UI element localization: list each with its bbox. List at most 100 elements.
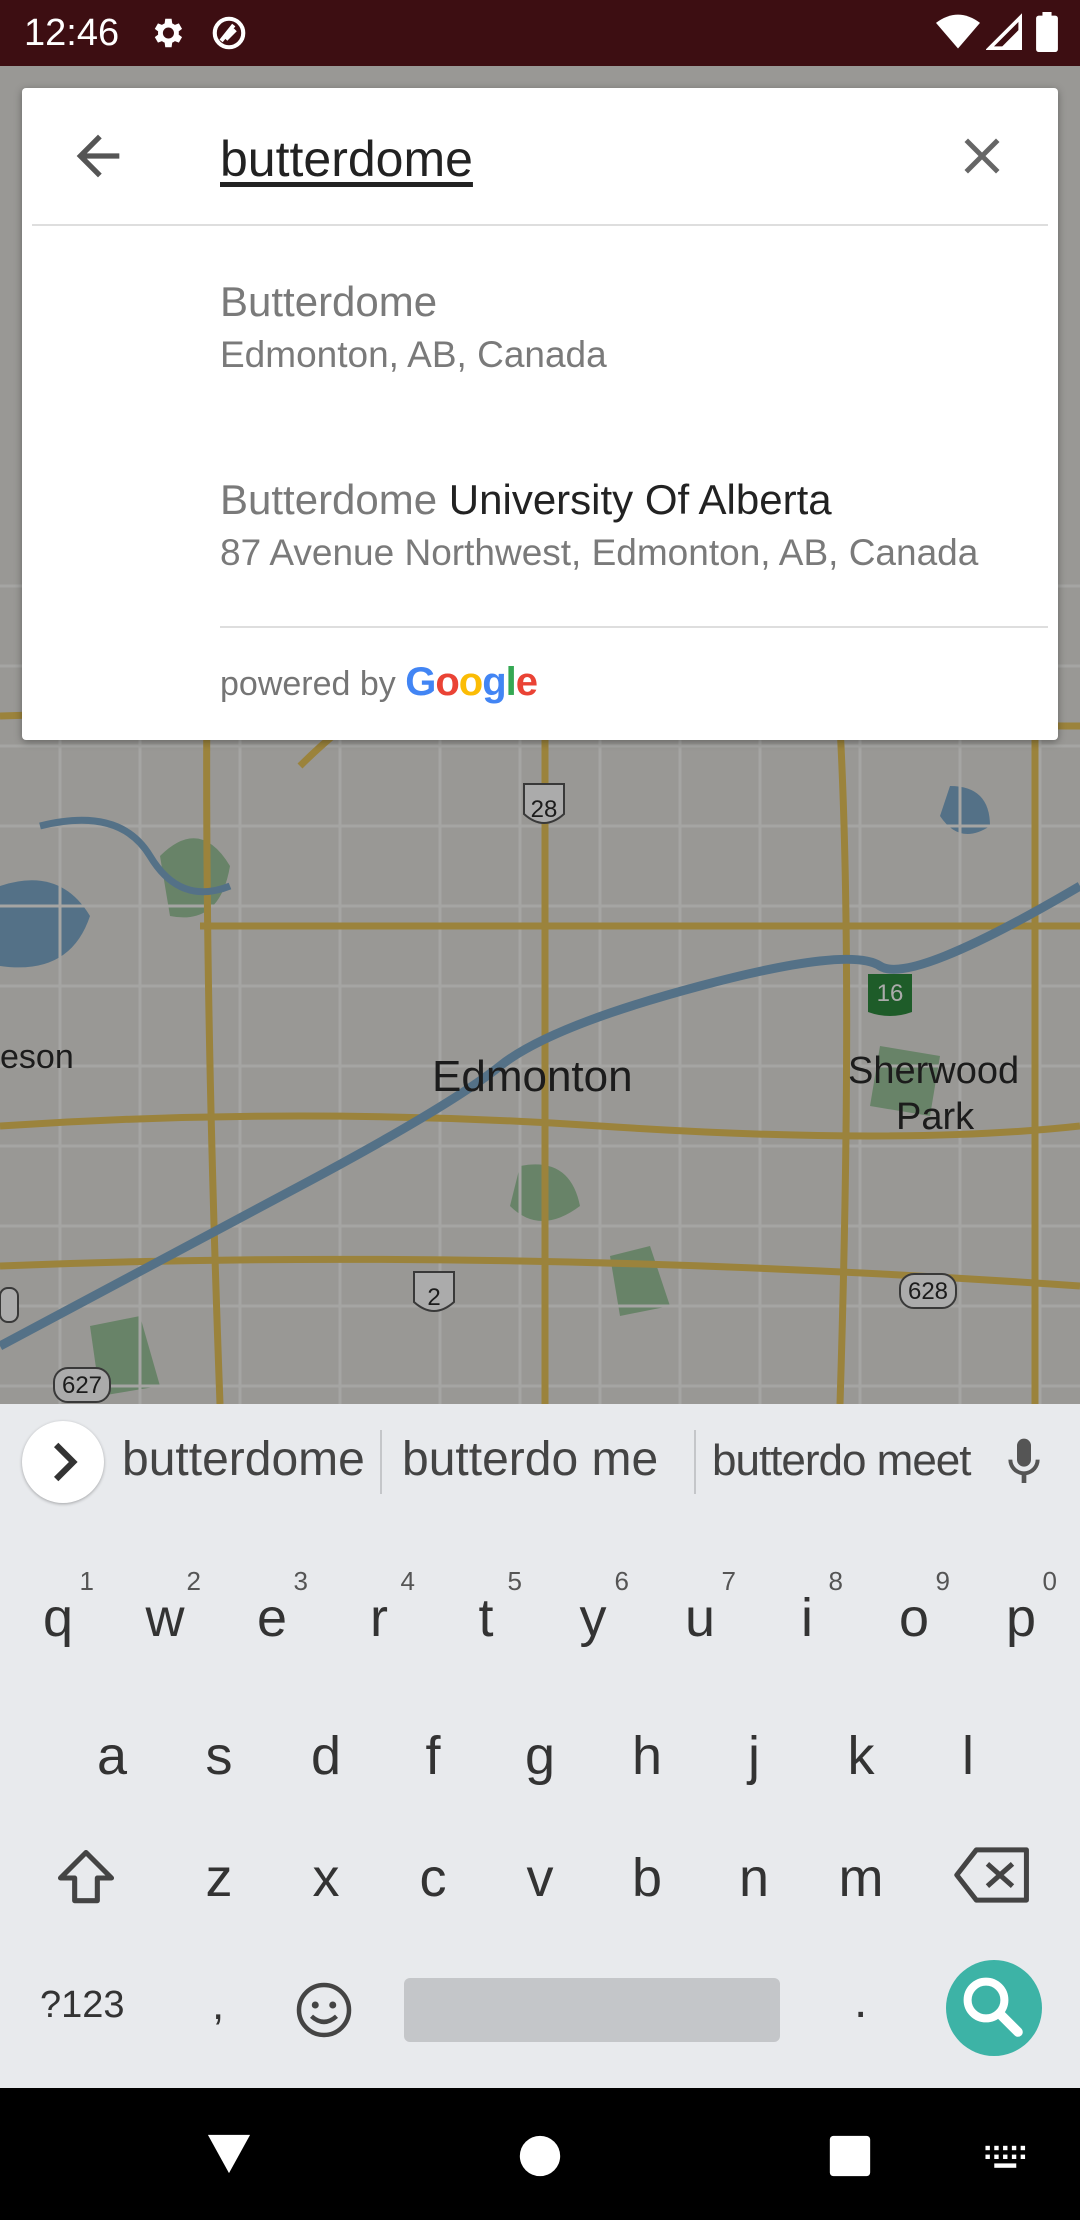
suggestion-separator <box>694 1430 696 1494</box>
key-n[interactable]: n <box>704 1818 804 1938</box>
google-logo: Google <box>405 660 538 704</box>
backspace-icon[interactable] <box>954 1842 1032 1908</box>
key-q[interactable]: q1 <box>8 1558 108 1678</box>
key-z[interactable]: z <box>169 1818 269 1938</box>
chevron-right-icon <box>53 1442 78 1482</box>
key-p[interactable]: p0 <box>971 1558 1071 1678</box>
recents-nav-icon[interactable] <box>828 2134 872 2178</box>
attribution-divider <box>220 626 1048 628</box>
suggestion-title: Butterdome University Of Alberta <box>220 476 832 524</box>
cell-signal-icon <box>986 13 1022 50</box>
powered-by-text: powered by <box>220 665 396 703</box>
suggestion-title-match: Butterdome <box>220 278 438 325</box>
key-hint: 6 <box>614 1566 629 1596</box>
keyboard-suggestion[interactable]: butterdo me <box>402 1432 658 1487</box>
key-hint: 1 <box>79 1566 94 1596</box>
key-label: i <box>801 1588 813 1648</box>
wifi-icon <box>936 14 980 49</box>
key-label: t <box>478 1588 494 1648</box>
key-label: p <box>1005 1588 1037 1648</box>
key-b[interactable]: b <box>597 1818 697 1938</box>
status-bar: 12:46 <box>0 0 1080 66</box>
key-hint: 7 <box>721 1566 736 1596</box>
key-label: u <box>684 1588 716 1648</box>
suggestion-title-rest: University Of Alberta <box>448 476 832 523</box>
key-g[interactable]: g <box>490 1696 590 1816</box>
key-f[interactable]: f <box>383 1696 483 1816</box>
keyboard-suggestion[interactable]: butterdo meet <box>712 1436 971 1486</box>
key-label: e <box>256 1588 288 1648</box>
google-letter: o <box>435 660 459 704</box>
key-label: o <box>898 1588 930 1648</box>
emoji-icon[interactable] <box>294 1980 354 2040</box>
google-letter: e <box>515 660 538 704</box>
key-label: q <box>42 1588 74 1648</box>
google-letter: g <box>482 660 506 704</box>
key-o[interactable]: o9 <box>864 1558 964 1678</box>
assistant-icon <box>212 16 246 50</box>
key-j[interactable]: j <box>704 1696 804 1816</box>
key-l[interactable]: l <box>918 1696 1018 1816</box>
google-letter: o <box>458 660 483 704</box>
close-icon[interactable] <box>952 126 1012 186</box>
search-divider <box>32 224 1048 226</box>
navigation-bar <box>0 2088 1080 2220</box>
microphone-icon[interactable] <box>996 1434 1052 1490</box>
symbols-key[interactable]: ?123 <box>40 1984 125 2027</box>
key-m[interactable]: m <box>811 1818 911 1938</box>
key-e[interactable]: e3 <box>222 1558 322 1678</box>
key-hint: 0 <box>1042 1566 1057 1596</box>
home-nav-icon[interactable] <box>518 2134 562 2178</box>
key-label: y <box>579 1588 607 1648</box>
key-label: r <box>370 1588 388 1648</box>
key-i[interactable]: i8 <box>757 1558 857 1678</box>
key-c[interactable]: c <box>383 1818 483 1938</box>
suggestion-title-match: Butterdome <box>220 476 438 523</box>
key-v[interactable]: v <box>490 1818 590 1938</box>
key-y[interactable]: y6 <box>543 1558 643 1678</box>
powered-by-google: powered by Google <box>220 660 538 705</box>
key-t[interactable]: t5 <box>436 1558 536 1678</box>
back-nav-icon[interactable] <box>206 2132 252 2176</box>
key-hint: 3 <box>293 1566 308 1596</box>
suggestion-separator <box>380 1430 382 1494</box>
space-key[interactable] <box>404 1978 780 2042</box>
battery-icon <box>1036 12 1058 52</box>
shift-icon[interactable] <box>52 1844 120 1912</box>
key-hint: 4 <box>400 1566 415 1596</box>
key-a[interactable]: a <box>62 1696 162 1816</box>
key-w[interactable]: w2 <box>115 1558 215 1678</box>
back-arrow-icon[interactable] <box>66 124 130 188</box>
keyboard-suggestion-strip: butterdome butterdo me butterdo meet <box>0 1404 1080 1522</box>
key-hint: 9 <box>935 1566 950 1596</box>
search-card: Butterdome Edmonton, AB, Canada Butterdo… <box>22 88 1058 740</box>
key-hint: 2 <box>186 1566 201 1596</box>
search-input[interactable] <box>220 124 940 194</box>
suggestion-subtitle: Edmonton, AB, Canada <box>220 334 607 375</box>
keyboard: q1 w2 e3 r4 t5 y6 u7 i8 o9 p0 a s d f g … <box>0 1522 1080 2088</box>
status-time: 12:46 <box>24 12 120 54</box>
google-letter: G <box>405 660 436 704</box>
search-icon <box>963 1977 1023 2037</box>
key-u[interactable]: u7 <box>650 1558 750 1678</box>
key-h[interactable]: h <box>597 1696 697 1816</box>
suggestion-item[interactable]: Butterdome University Of Alberta 87 Aven… <box>22 476 1058 666</box>
key-r[interactable]: r4 <box>329 1558 429 1678</box>
key-hint: 8 <box>828 1566 843 1596</box>
suggestion-subtitle: 87 Avenue Northwest, Edmonton, AB, Canad… <box>220 532 979 573</box>
key-label: w <box>145 1588 185 1648</box>
google-letter: l <box>505 660 517 704</box>
keyboard-switch-icon[interactable] <box>984 2144 1028 2174</box>
keyboard-suggestion[interactable]: butterdome <box>122 1432 365 1487</box>
comma-key[interactable]: , <box>212 1980 224 2030</box>
suggestion-title: Butterdome <box>220 278 437 326</box>
search-key[interactable] <box>946 1960 1042 2056</box>
suggestion-item[interactable]: Butterdome Edmonton, AB, Canada <box>22 278 1058 468</box>
key-s[interactable]: s <box>169 1696 269 1816</box>
key-d[interactable]: d <box>276 1696 376 1816</box>
suggestion-expand-button[interactable] <box>22 1421 104 1503</box>
period-key[interactable]: . <box>854 1974 867 2029</box>
key-x[interactable]: x <box>276 1818 376 1938</box>
key-k[interactable]: k <box>811 1696 911 1816</box>
key-hint: 5 <box>507 1566 522 1596</box>
